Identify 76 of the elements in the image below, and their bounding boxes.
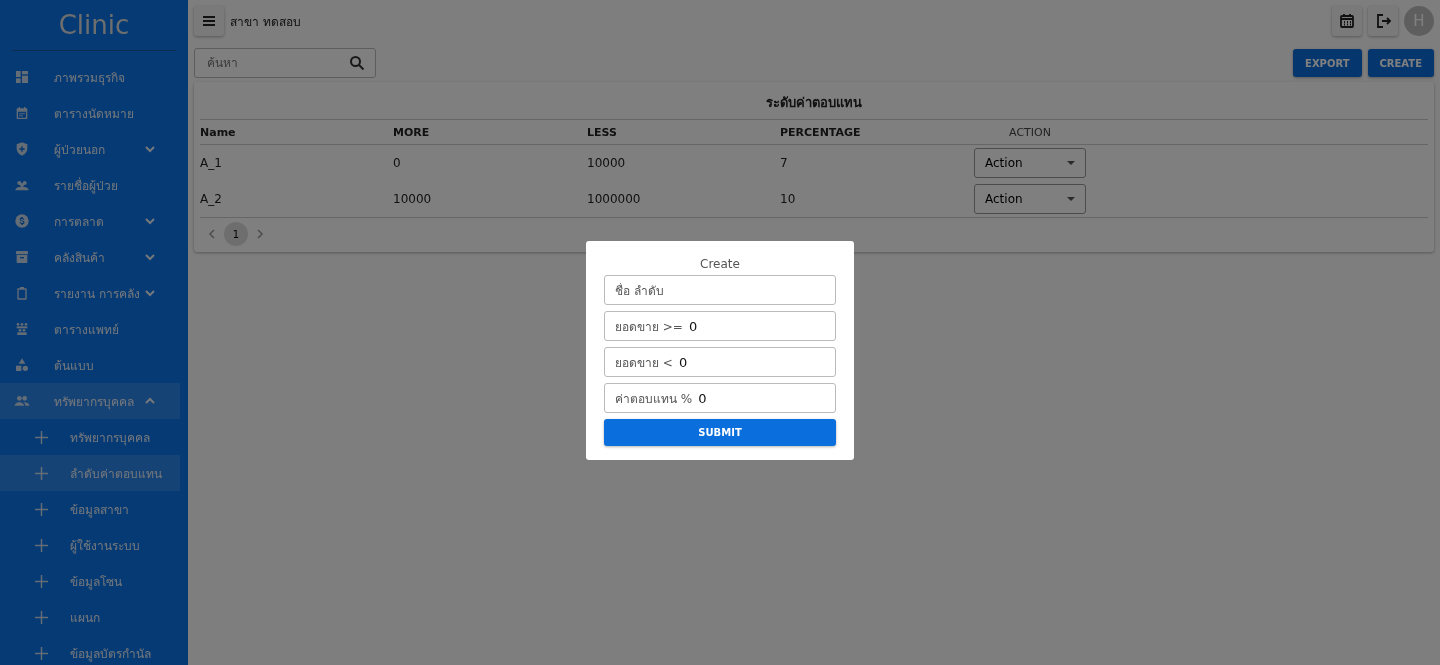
sidebar-subitem[interactable]: ทรัพยากรบุคคล (0, 419, 180, 455)
table-title: ระดับค่าตอบแทน (200, 82, 1428, 120)
search-icon (349, 55, 365, 71)
sidebar-item[interactable]: การตลาด (0, 203, 180, 239)
input-field[interactable]: ยอดขาย >= 0 (604, 311, 836, 341)
logo: Clinic (58, 10, 130, 40)
menu-item-icon (14, 105, 30, 121)
table-cell-text: A_1 (200, 156, 223, 170)
submit-button[interactable]: SUBMIT (604, 419, 836, 446)
text-input[interactable]: ชื่อ ลำดับ (615, 282, 825, 298)
plus-icon (35, 610, 48, 624)
menu-item-icon (14, 321, 30, 337)
search-field[interactable]: ค้นหา (194, 48, 376, 78)
sidebar-item[interactable]: ทรัพยากรบุคคล (0, 383, 180, 419)
menu-button[interactable] (194, 6, 224, 36)
sidebar-item[interactable]: ผู้ป่วยนอก (0, 131, 180, 167)
sidebar-subitem[interactable]: ลำดับค่าตอบแทน (0, 455, 180, 491)
column-header: LESS (587, 125, 618, 139)
action-dropdown[interactable]: Action (974, 184, 1086, 214)
sidebar-item[interactable]: คลังสินค้า (0, 239, 180, 275)
action-dropdown[interactable]: Action (974, 148, 1086, 178)
text-input[interactable]: 0 (698, 390, 825, 406)
input-field[interactable]: ค่าตอบแทน % 0 (604, 383, 836, 413)
table-cell-text: 0 (393, 156, 402, 170)
chevron-icon (144, 251, 156, 263)
chevron-icon (144, 143, 156, 155)
export-button[interactable]: EXPORT (1293, 49, 1362, 77)
table-cell-text: 1000000 (587, 192, 642, 206)
plus-icon (35, 574, 48, 588)
branch-name: สาขา ทดสอบ (230, 13, 302, 31)
sidebar-subitem[interactable]: ข้อมูลโซน (0, 563, 180, 599)
table-cell-text: 7 (780, 156, 789, 170)
sidebar-item[interactable]: รายชื่อผู้ป่วย (0, 167, 180, 203)
logout-icon (1374, 12, 1392, 30)
column-header: Name (200, 125, 237, 139)
menu-item-icon (14, 69, 30, 85)
sidebar-item[interactable]: ตารางแพทย์ (0, 311, 180, 347)
input-field[interactable]: ชื่อ ลำดับ (604, 275, 836, 305)
calendar-button[interactable] (1332, 6, 1362, 36)
menu-item-icon (14, 249, 30, 265)
plus-icon (35, 502, 48, 516)
sidebar-subitem[interactable]: แผนก (0, 599, 180, 635)
column-header: PERCENTAGE (780, 125, 862, 139)
table-cell-text: 10 (780, 192, 797, 206)
sidebar-subitem[interactable]: ผู้ใช้งานระบบ (0, 527, 180, 563)
text-input[interactable]: 0 (688, 318, 825, 334)
plus-icon (35, 538, 48, 552)
calendar-icon (1338, 12, 1356, 30)
sidebar-subitem[interactable]: ข้อมูลสาขา (0, 491, 180, 527)
create-button[interactable]: CREATE (1367, 49, 1434, 77)
menu-item-icon (14, 141, 30, 157)
column-header: ACTION (1008, 125, 1052, 139)
text-input[interactable]: 0 (678, 354, 825, 370)
table-cell-text: A_2 (200, 192, 223, 206)
sidebar-item[interactable]: ภาพรวมธุรกิจ (0, 59, 180, 95)
sidebar-item[interactable]: รายงาน การคลัง (0, 275, 180, 311)
menu-item-icon (14, 285, 30, 301)
search-input[interactable]: ค้นหา (205, 55, 349, 71)
dialog-title: Create (699, 257, 741, 271)
table-cell-text: 10000 (587, 156, 627, 170)
sidebar-subitem[interactable]: ข้อมูลบัตรกำนัล (0, 635, 180, 665)
column-header: MORE (393, 125, 431, 139)
sidebar-item[interactable]: ต้นแบบ (0, 347, 180, 383)
chevron-icon (144, 287, 156, 299)
menu-item-icon (14, 213, 30, 229)
input-field[interactable]: ยอดขาย < 0 (604, 347, 836, 377)
chevron-icon (144, 215, 156, 227)
plus-icon (35, 466, 48, 480)
menu-item-icon (14, 393, 30, 409)
sidebar-item[interactable]: ตารางนัดหมาย (0, 95, 180, 131)
logout-button[interactable] (1368, 6, 1398, 36)
table-cell-text: 10000 (393, 192, 433, 206)
plus-icon (35, 430, 48, 444)
page-button[interactable]: 1 (224, 222, 248, 246)
menu-item-icon (14, 357, 30, 373)
plus-icon (35, 646, 48, 660)
